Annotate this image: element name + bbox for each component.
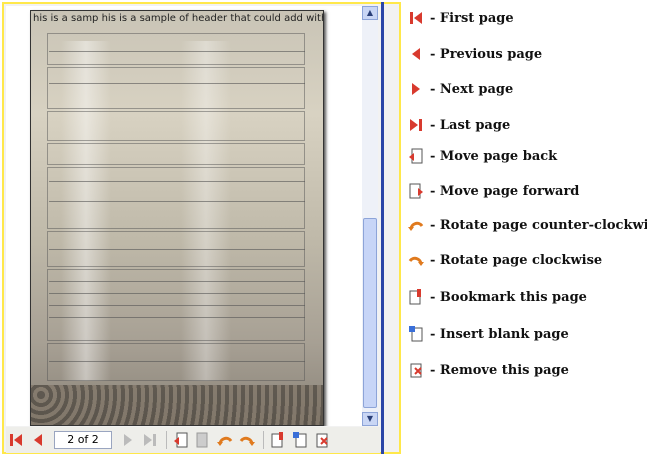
document-area[interactable]: his is a samp his is a sample of header …: [6, 6, 362, 426]
pdf-viewer: his is a samp his is a sample of header …: [2, 2, 401, 454]
legend-item-rotate-cw: - Rotate page clockwise: [408, 252, 602, 268]
bookmark-page-button[interactable]: [268, 430, 288, 450]
next-page-icon: [124, 434, 132, 446]
document-page: his is a samp his is a sample of header …: [30, 10, 324, 426]
move-page-back-icon: [174, 432, 188, 448]
move-page-forward-button[interactable]: [193, 430, 213, 450]
first-page-icon: [408, 10, 424, 26]
last-page-icon: [144, 434, 156, 446]
rotate-ccw-button[interactable]: [215, 430, 235, 450]
remove-page-icon: [408, 362, 424, 378]
insert-blank-page-button[interactable]: [290, 430, 310, 450]
rotate-ccw-icon: [408, 217, 424, 233]
move-page-back-icon: [408, 148, 424, 164]
move-page-forward-icon: [408, 183, 424, 199]
page-toolbar: 2 of 2: [6, 427, 380, 453]
remove-page-icon: [316, 433, 328, 448]
panel-separator: [381, 2, 384, 454]
scroll-up-button[interactable]: ▲: [362, 6, 378, 20]
legend-item-bookmark-page: - Bookmark this page: [408, 289, 587, 305]
last-page-button[interactable]: [140, 430, 160, 450]
rotate-cw-icon: [239, 436, 255, 446]
legend-item-move-page-back: - Move page back: [408, 148, 557, 164]
insert-blank-page-icon: [408, 326, 424, 342]
legend-item-remove-page: - Remove this page: [408, 362, 569, 378]
legend-item-next-page: - Next page: [408, 81, 513, 97]
legend-item-move-page-forward: - Move page forward: [408, 183, 579, 199]
first-page-icon: [10, 434, 22, 446]
scroll-down-button[interactable]: ▼: [362, 412, 378, 426]
scroll-thumb[interactable]: [363, 218, 377, 408]
insert-blank-page-icon: [293, 432, 307, 448]
background-photo-crowd: [31, 385, 323, 425]
bookmark-page-icon: [271, 432, 283, 448]
legend-item-previous-page: - Previous page: [408, 46, 542, 62]
rotate-cw-icon: [408, 252, 424, 268]
rotate-cw-button[interactable]: [237, 430, 257, 450]
rotate-ccw-icon: [217, 436, 233, 446]
move-page-forward-icon: [196, 432, 208, 448]
legend-item-last-page: - Last page: [408, 117, 510, 133]
page-header-text: his is a samp his is a sample of header …: [33, 13, 323, 24]
move-page-back-button[interactable]: [171, 430, 191, 450]
legend-item-insert-blank-page: - Insert blank page: [408, 326, 569, 342]
legend-item-first-page: - First page: [408, 10, 514, 26]
vertical-scrollbar[interactable]: ▲ ▼: [362, 6, 378, 426]
next-page-icon: [408, 81, 424, 97]
previous-page-icon: [408, 46, 424, 62]
remove-page-button[interactable]: [312, 430, 332, 450]
bookmark-page-icon: [408, 289, 424, 305]
next-page-button[interactable]: [118, 430, 138, 450]
first-page-button[interactable]: [6, 430, 26, 450]
previous-page-icon: [34, 434, 42, 446]
legend-item-rotate-ccw: - Rotate page counter-clockwise: [408, 217, 647, 233]
previous-page-button[interactable]: [28, 430, 48, 450]
last-page-icon: [408, 117, 424, 133]
page-number-field[interactable]: 2 of 2: [54, 431, 112, 449]
